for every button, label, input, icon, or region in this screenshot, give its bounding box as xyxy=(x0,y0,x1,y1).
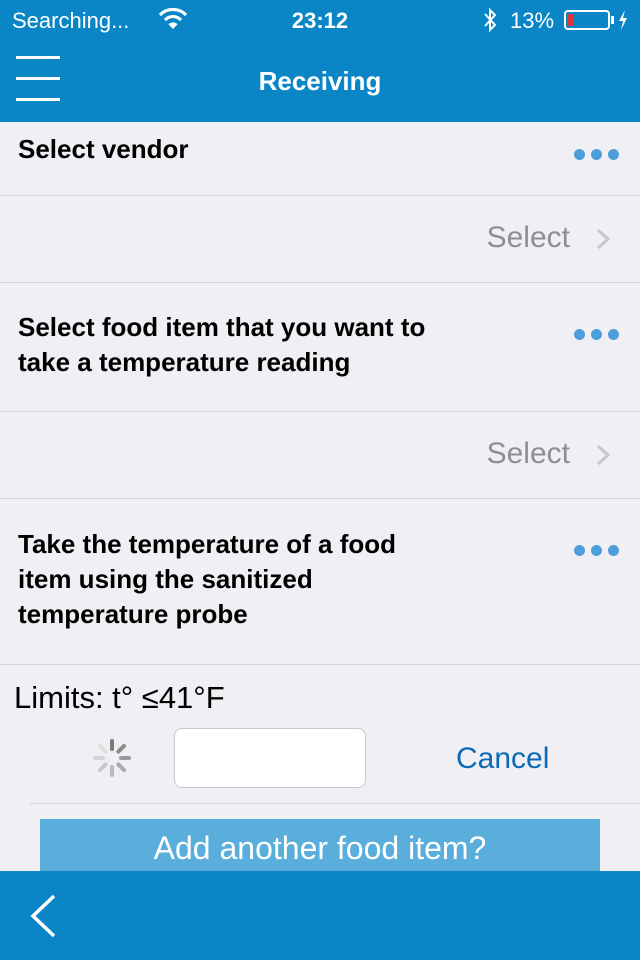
temperature-input[interactable] xyxy=(174,728,366,788)
chevron-left-icon[interactable] xyxy=(28,893,58,939)
battery-percent: 13% xyxy=(510,8,555,33)
loading-spinner-icon xyxy=(93,739,131,777)
bottom-toolbar xyxy=(0,871,640,960)
battery-icon xyxy=(564,10,610,30)
temperature-question: Take the temperature of a food item usin… xyxy=(18,529,397,629)
vendor-question: Select vendor xyxy=(18,134,189,164)
divider xyxy=(0,664,640,665)
bluetooth-icon xyxy=(484,7,497,33)
status-bar: Searching... 23:12 13% xyxy=(0,0,640,40)
vendor-select-row[interactable]: Select xyxy=(0,196,640,282)
food-item-more-icon[interactable] xyxy=(574,329,620,341)
divider xyxy=(0,282,640,283)
chevron-right-icon xyxy=(596,444,610,466)
cancel-button[interactable]: Cancel xyxy=(456,742,549,776)
charging-icon xyxy=(619,10,627,30)
nav-bar: Receiving xyxy=(0,40,640,122)
add-another-food-item-button[interactable]: Add another food item? xyxy=(40,819,600,871)
battery-tip xyxy=(611,16,614,24)
food-item-question: Select food item that you want to take a… xyxy=(18,312,426,377)
temperature-limits: Limits: t° ≤41°F xyxy=(14,680,225,715)
battery-level-fill xyxy=(568,14,573,26)
vendor-more-icon[interactable] xyxy=(574,149,620,161)
food-item-select-row[interactable]: Select xyxy=(0,412,640,498)
chevron-right-icon xyxy=(596,228,610,250)
temperature-more-icon[interactable] xyxy=(574,545,620,557)
vendor-select-label: Select xyxy=(486,221,570,254)
page-title: Receiving xyxy=(258,66,382,96)
divider xyxy=(30,803,640,804)
food-item-select-label: Select xyxy=(486,437,570,470)
divider xyxy=(0,498,640,499)
